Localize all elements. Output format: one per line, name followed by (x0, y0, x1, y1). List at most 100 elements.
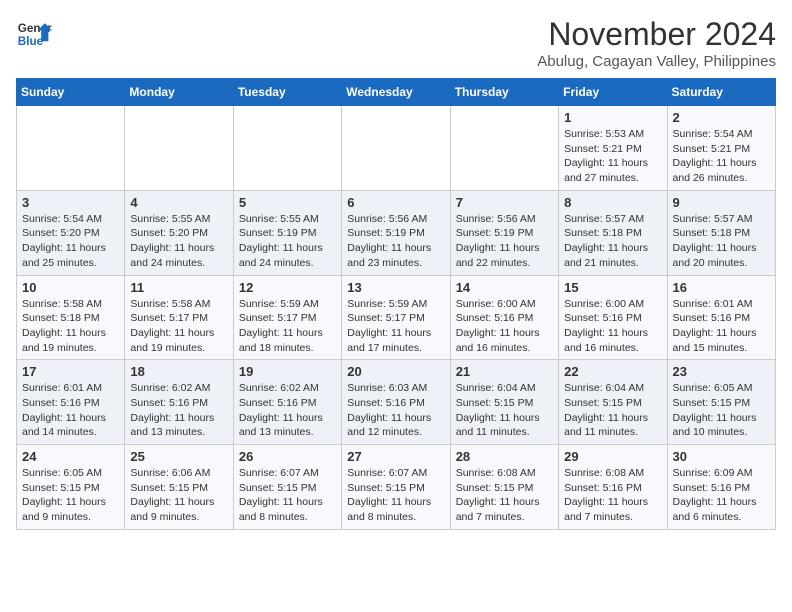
calendar-table: SundayMondayTuesdayWednesdayThursdayFrid… (16, 78, 776, 530)
day-number: 19 (239, 364, 336, 379)
calendar-cell: 6 Sunrise: 5:56 AMSunset: 5:19 PMDaylight… (342, 190, 450, 275)
day-info: Sunrise: 6:04 AMSunset: 5:15 PMDaylight:… (456, 381, 553, 440)
day-number: 22 (564, 364, 661, 379)
calendar-cell: 16 Sunrise: 6:01 AMSunset: 5:16 PMDayligh… (667, 275, 775, 360)
day-number: 3 (22, 195, 119, 210)
calendar-cell: 7 Sunrise: 5:56 AMSunset: 5:19 PMDaylight… (450, 190, 558, 275)
day-info: Sunrise: 5:54 AMSunset: 5:21 PMDaylight:… (673, 127, 770, 186)
day-info: Sunrise: 6:03 AMSunset: 5:16 PMDaylight:… (347, 381, 444, 440)
day-number: 18 (130, 364, 227, 379)
day-number: 11 (130, 280, 227, 295)
calendar-week-3: 10Sunrise: 5:58 AMSunset: 5:18 PMDayligh… (17, 275, 776, 360)
day-number: 15 (564, 280, 661, 295)
calendar-cell: 21Sunrise: 6:04 AMSunset: 5:15 PMDayligh… (450, 360, 558, 445)
column-header-monday: Monday (125, 79, 233, 106)
day-info: Sunrise: 5:56 AMSunset: 5:19 PMDaylight:… (347, 212, 444, 271)
day-info: Sunrise: 6:08 AMSunset: 5:16 PMDaylight:… (564, 466, 661, 525)
calendar-cell: 19Sunrise: 6:02 AMSunset: 5:16 PMDayligh… (233, 360, 341, 445)
day-info: Sunrise: 6:00 AMSunset: 5:16 PMDaylight:… (564, 297, 661, 356)
calendar-cell: 1 Sunrise: 5:53 AMSunset: 5:21 PMDaylight… (559, 106, 667, 191)
calendar-cell: 12 Sunrise: 5:59 AMSunset: 5:17 PMDayligh… (233, 275, 341, 360)
day-info: Sunrise: 5:57 AMSunset: 5:18 PMDaylight:… (673, 212, 770, 271)
calendar-cell: 8Sunrise: 5:57 AMSunset: 5:18 PMDaylight… (559, 190, 667, 275)
page-subtitle: Abulug, Cagayan Valley, Philippines (537, 53, 776, 70)
calendar-week-2: 3 Sunrise: 5:54 AMSunset: 5:20 PMDaylight… (17, 190, 776, 275)
day-info: Sunrise: 5:53 AMSunset: 5:21 PMDaylight:… (564, 127, 661, 186)
day-number: 28 (456, 449, 553, 464)
calendar-cell: 17Sunrise: 6:01 AMSunset: 5:16 PMDayligh… (17, 360, 125, 445)
calendar-cell: 26 Sunrise: 6:07 AMSunset: 5:15 PMDayligh… (233, 445, 341, 530)
day-info: Sunrise: 5:54 AMSunset: 5:20 PMDaylight:… (22, 212, 119, 271)
day-info: Sunrise: 6:07 AMSunset: 5:15 PMDaylight:… (239, 466, 336, 525)
page-title: November 2024 (537, 16, 776, 53)
calendar-cell: 25Sunrise: 6:06 AMSunset: 5:15 PMDayligh… (125, 445, 233, 530)
day-number: 10 (22, 280, 119, 295)
day-info: Sunrise: 6:02 AMSunset: 5:16 PMDaylight:… (130, 381, 227, 440)
day-number: 6 (347, 195, 444, 210)
day-number: 1 (564, 110, 661, 125)
calendar-cell (342, 106, 450, 191)
calendar-cell: 15 Sunrise: 6:00 AMSunset: 5:16 PMDayligh… (559, 275, 667, 360)
calendar-header: SundayMondayTuesdayWednesdayThursdayFrid… (17, 79, 776, 106)
calendar-cell: 23 Sunrise: 6:05 AMSunset: 5:15 PMDayligh… (667, 360, 775, 445)
calendar-cell (17, 106, 125, 191)
day-info: Sunrise: 6:05 AMSunset: 5:15 PMDaylight:… (673, 381, 770, 440)
calendar-cell: 9Sunrise: 5:57 AMSunset: 5:18 PMDaylight… (667, 190, 775, 275)
day-number: 4 (130, 195, 227, 210)
day-number: 29 (564, 449, 661, 464)
calendar-cell (450, 106, 558, 191)
day-number: 30 (673, 449, 770, 464)
day-info: Sunrise: 5:55 AMSunset: 5:20 PMDaylight:… (130, 212, 227, 271)
day-info: Sunrise: 6:09 AMSunset: 5:16 PMDaylight:… (673, 466, 770, 525)
column-header-tuesday: Tuesday (233, 79, 341, 106)
calendar-cell: 10Sunrise: 5:58 AMSunset: 5:18 PMDayligh… (17, 275, 125, 360)
day-number: 20 (347, 364, 444, 379)
column-header-wednesday: Wednesday (342, 79, 450, 106)
day-number: 7 (456, 195, 553, 210)
day-info: Sunrise: 6:05 AMSunset: 5:15 PMDaylight:… (22, 466, 119, 525)
day-info: Sunrise: 6:01 AMSunset: 5:16 PMDaylight:… (673, 297, 770, 356)
column-header-friday: Friday (559, 79, 667, 106)
calendar-cell: 27 Sunrise: 6:07 AMSunset: 5:15 PMDayligh… (342, 445, 450, 530)
calendar-cell: 2 Sunrise: 5:54 AMSunset: 5:21 PMDaylight… (667, 106, 775, 191)
calendar-week-5: 24 Sunrise: 6:05 AMSunset: 5:15 PMDayligh… (17, 445, 776, 530)
page-header: General Blue November 2024 Abulug, Cagay… (16, 16, 776, 70)
calendar-week-1: 1 Sunrise: 5:53 AMSunset: 5:21 PMDaylight… (17, 106, 776, 191)
day-number: 14 (456, 280, 553, 295)
day-info: Sunrise: 5:59 AMSunset: 5:17 PMDaylight:… (239, 297, 336, 356)
column-header-sunday: Sunday (17, 79, 125, 106)
calendar-body: 1 Sunrise: 5:53 AMSunset: 5:21 PMDaylight… (17, 106, 776, 530)
calendar-week-4: 17Sunrise: 6:01 AMSunset: 5:16 PMDayligh… (17, 360, 776, 445)
day-number: 24 (22, 449, 119, 464)
day-info: Sunrise: 5:59 AMSunset: 5:17 PMDaylight:… (347, 297, 444, 356)
day-number: 23 (673, 364, 770, 379)
day-number: 26 (239, 449, 336, 464)
calendar-cell: 18 Sunrise: 6:02 AMSunset: 5:16 PMDayligh… (125, 360, 233, 445)
calendar-cell (233, 106, 341, 191)
day-number: 16 (673, 280, 770, 295)
day-number: 27 (347, 449, 444, 464)
day-number: 17 (22, 364, 119, 379)
day-number: 8 (564, 195, 661, 210)
day-number: 12 (239, 280, 336, 295)
calendar-cell: 29 Sunrise: 6:08 AMSunset: 5:16 PMDayligh… (559, 445, 667, 530)
day-info: Sunrise: 5:58 AMSunset: 5:17 PMDaylight:… (130, 297, 227, 356)
day-info: Sunrise: 6:00 AMSunset: 5:16 PMDaylight:… (456, 297, 553, 356)
day-number: 2 (673, 110, 770, 125)
calendar-cell: 22 Sunrise: 6:04 AMSunset: 5:15 PMDayligh… (559, 360, 667, 445)
day-info: Sunrise: 6:04 AMSunset: 5:15 PMDaylight:… (564, 381, 661, 440)
calendar-cell: 3 Sunrise: 5:54 AMSunset: 5:20 PMDaylight… (17, 190, 125, 275)
calendar-cell: 24 Sunrise: 6:05 AMSunset: 5:15 PMDayligh… (17, 445, 125, 530)
calendar-cell: 5Sunrise: 5:55 AMSunset: 5:19 PMDaylight… (233, 190, 341, 275)
svg-text:Blue: Blue (18, 35, 44, 48)
calendar-cell (125, 106, 233, 191)
logo: General Blue (16, 16, 52, 52)
day-info: Sunrise: 6:08 AMSunset: 5:15 PMDaylight:… (456, 466, 553, 525)
calendar-cell: 14 Sunrise: 6:00 AMSunset: 5:16 PMDayligh… (450, 275, 558, 360)
day-info: Sunrise: 5:55 AMSunset: 5:19 PMDaylight:… (239, 212, 336, 271)
day-info: Sunrise: 6:07 AMSunset: 5:15 PMDaylight:… (347, 466, 444, 525)
calendar-cell: 20 Sunrise: 6:03 AMSunset: 5:16 PMDayligh… (342, 360, 450, 445)
column-header-thursday: Thursday (450, 79, 558, 106)
calendar-cell: 28 Sunrise: 6:08 AMSunset: 5:15 PMDayligh… (450, 445, 558, 530)
day-info: Sunrise: 5:56 AMSunset: 5:19 PMDaylight:… (456, 212, 553, 271)
